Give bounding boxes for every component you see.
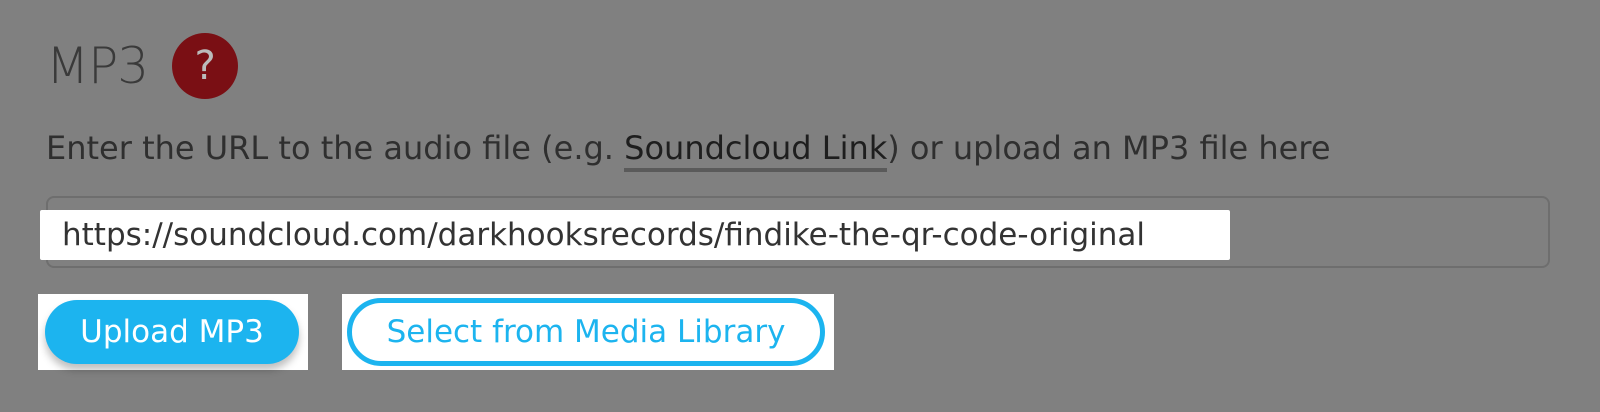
question-mark-icon[interactable]: ? <box>172 33 239 99</box>
mp3-section: MP3 ? Enter the URL to the audio file (e… <box>0 0 1600 412</box>
instructions-text: Enter the URL to the audio file (e.g. So… <box>46 124 1331 172</box>
soundcloud-link[interactable]: Soundcloud Link <box>624 129 888 172</box>
url-input-value[interactable]: https://soundcloud.com/darkhooksrecords/… <box>40 210 1230 260</box>
select-from-media-library-button[interactable]: Select from Media Library <box>347 298 825 366</box>
section-title: MP3 <box>46 37 149 95</box>
library-button-highlight: Select from Media Library <box>342 294 834 370</box>
instructions-before-link: Enter the URL to the audio file (e.g. <box>46 129 625 167</box>
instructions-after-link: ) or upload an MP3 file here <box>887 129 1331 167</box>
upload-mp3-button[interactable]: Upload MP3 <box>45 300 299 364</box>
title-row: MP3 ? <box>46 32 239 100</box>
upload-button-highlight: Upload MP3 <box>38 294 308 370</box>
